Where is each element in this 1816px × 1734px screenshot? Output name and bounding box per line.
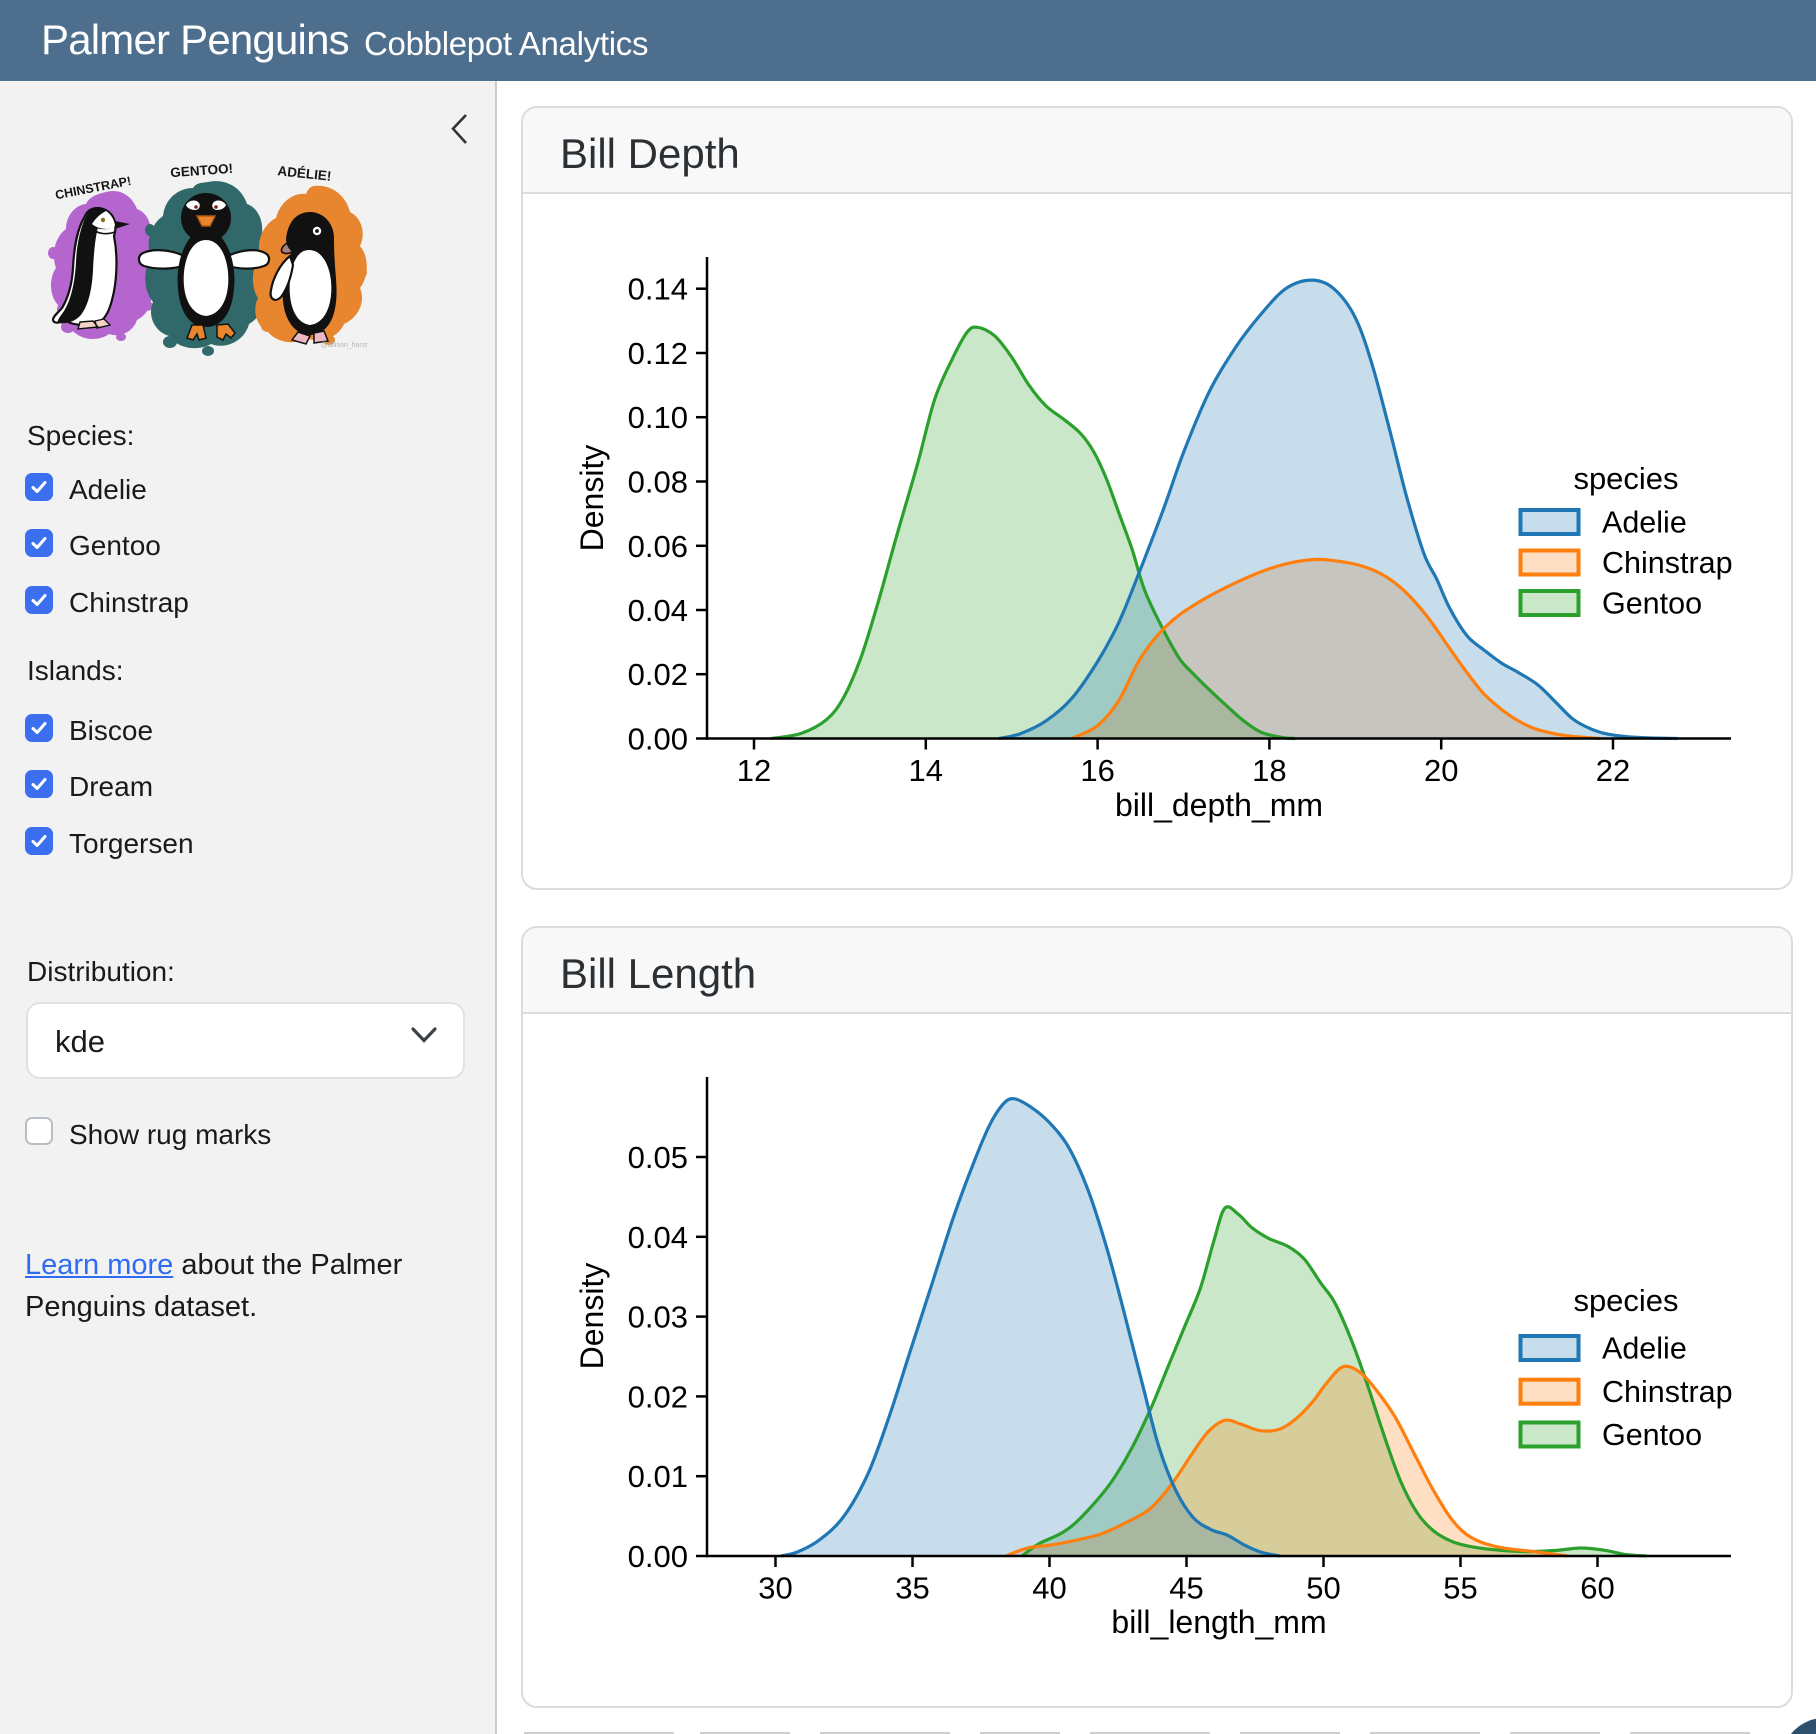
svg-text:14: 14 xyxy=(909,753,943,788)
svg-text:50: 50 xyxy=(1306,1571,1340,1606)
svg-text:0.03: 0.03 xyxy=(628,1300,688,1335)
svg-text:0.08: 0.08 xyxy=(628,465,688,500)
svg-text:Chinstrap: Chinstrap xyxy=(1602,1375,1733,1409)
svg-text:0.04: 0.04 xyxy=(628,1220,688,1255)
svg-text:species: species xyxy=(1573,461,1678,496)
svg-text:0.06: 0.06 xyxy=(628,529,688,564)
svg-text:Gentoo: Gentoo xyxy=(1602,587,1702,621)
svg-text:0.02: 0.02 xyxy=(628,657,688,692)
svg-text:Chinstrap: Chinstrap xyxy=(1602,546,1733,580)
svg-text:0.10: 0.10 xyxy=(628,400,688,435)
svg-text:Gentoo: Gentoo xyxy=(1602,1418,1702,1452)
svg-text:Density: Density xyxy=(574,1263,610,1370)
svg-text:0.05: 0.05 xyxy=(628,1140,688,1175)
svg-text:18: 18 xyxy=(1252,753,1286,788)
svg-text:0.14: 0.14 xyxy=(628,272,688,307)
svg-text:0.12: 0.12 xyxy=(628,336,688,371)
svg-text:bill_length_mm: bill_length_mm xyxy=(1111,1604,1326,1640)
svg-text:16: 16 xyxy=(1080,753,1114,788)
svg-text:12: 12 xyxy=(737,753,771,788)
svg-text:0.00: 0.00 xyxy=(628,1539,688,1574)
svg-text:0.00: 0.00 xyxy=(628,722,688,757)
svg-text:Density: Density xyxy=(574,445,610,552)
svg-text:0.02: 0.02 xyxy=(628,1379,688,1414)
svg-text:0.04: 0.04 xyxy=(628,593,688,628)
svg-text:30: 30 xyxy=(758,1571,792,1606)
svg-text:Adelie: Adelie xyxy=(1602,506,1687,540)
svg-text:20: 20 xyxy=(1424,753,1458,788)
svg-text:40: 40 xyxy=(1032,1571,1066,1606)
svg-text:35: 35 xyxy=(895,1571,929,1606)
svg-text:22: 22 xyxy=(1596,753,1630,788)
svg-text:species: species xyxy=(1573,1283,1678,1318)
svg-text:45: 45 xyxy=(1169,1571,1203,1606)
svg-text:60: 60 xyxy=(1580,1571,1614,1606)
svg-text:Adelie: Adelie xyxy=(1602,1332,1687,1366)
svg-text:0.01: 0.01 xyxy=(628,1459,688,1494)
svg-text:55: 55 xyxy=(1443,1571,1477,1606)
svg-text:bill_depth_mm: bill_depth_mm xyxy=(1115,787,1323,823)
